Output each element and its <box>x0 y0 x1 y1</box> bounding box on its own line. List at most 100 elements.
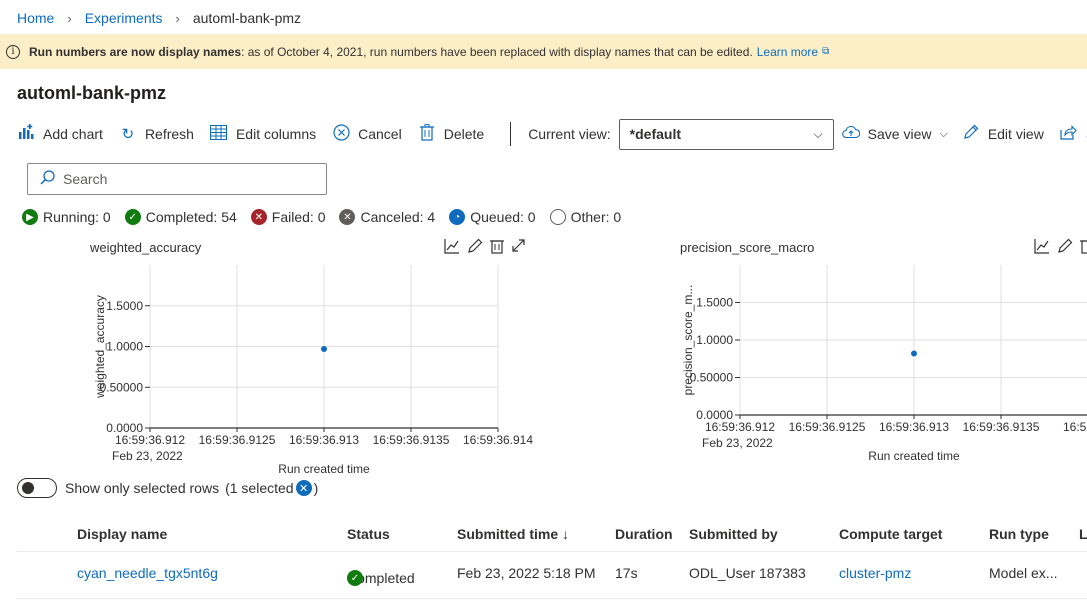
x-axis-label: Run created time <box>868 449 960 463</box>
column-header-compute-target[interactable]: Compute target <box>839 526 942 542</box>
breadcrumb-experiments-link[interactable]: Experiments <box>85 10 163 26</box>
status-completed[interactable]: ✓ Completed: 54 <box>124 209 237 225</box>
info-icon: i <box>6 44 20 59</box>
status-failed-label: Failed: 0 <box>271 209 326 225</box>
banner-bold-text: Run numbers are now display names <box>29 44 242 59</box>
canceled-x-icon: ✕ <box>339 209 356 225</box>
show-selected-toggle[interactable] <box>17 478 57 498</box>
x-date-label: Feb 23, 2022 <box>112 449 183 463</box>
chart-type-icon[interactable] <box>1034 238 1050 258</box>
chart-2-title: precision_score_macro <box>680 240 815 255</box>
refresh-button[interactable]: ↻ Refresh <box>119 125 194 143</box>
status-running[interactable]: ▶ Running: 0 <box>22 209 111 225</box>
edit-chart-icon[interactable] <box>467 238 483 258</box>
check-icon: ✓ <box>347 570 363 587</box>
x-axis-label: Run created time <box>278 462 370 476</box>
trash-icon <box>418 123 436 145</box>
cancel-button[interactable]: Cancel <box>332 123 402 145</box>
empty-circle-icon <box>549 209 566 225</box>
data-point <box>321 345 327 352</box>
y-tick-label: 1.0000 <box>696 333 733 347</box>
x-tick-label: 16:59:3... <box>1063 420 1087 434</box>
save-view-button[interactable]: Save view ⌵ <box>841 125 948 143</box>
selected-count-close: ) <box>313 480 319 496</box>
chart-1-tools <box>444 238 533 258</box>
status-queued[interactable]: ◔ Queued: 0 <box>449 209 536 225</box>
clear-selection-icon[interactable]: ✕ <box>295 480 312 496</box>
column-header-duration[interactable]: Duration <box>615 526 673 542</box>
current-view-dropdown[interactable]: *default ⌵ <box>618 118 834 150</box>
learn-more-link[interactable]: Learn more <box>757 45 818 59</box>
run-submitted-time: Feb 23, 2022 5:18 PM <box>457 565 596 582</box>
delete-chart-icon[interactable] <box>490 238 504 258</box>
data-point <box>911 350 917 357</box>
edit-chart-icon[interactable] <box>1057 238 1073 258</box>
play-icon: ▶ <box>22 209 38 225</box>
column-header-status[interactable]: Status <box>347 526 390 542</box>
column-header-run-type[interactable]: Run type <box>989 526 1049 542</box>
table-row[interactable]: cyan_needle_tgx5nt6g ✓ Completed Feb 23,… <box>17 553 1087 599</box>
delete-label: Delete <box>443 126 485 142</box>
x-tick-label: 16:59:36.913 <box>289 433 359 447</box>
delete-chart-icon[interactable] <box>1080 238 1087 258</box>
edit-columns-button[interactable]: Edit columns <box>210 124 317 144</box>
search-input[interactable] <box>63 171 303 187</box>
edit-columns-label: Edit columns <box>235 126 317 142</box>
chart-type-icon[interactable] <box>444 238 460 258</box>
run-display-name-link[interactable]: cyan_needle_tgx5nt6g <box>77 565 218 581</box>
x-tick-label: 16:59:36.914 <box>463 433 533 447</box>
error-x-icon: ✕ <box>250 209 267 225</box>
search-box[interactable] <box>27 163 327 195</box>
add-chart-icon <box>17 124 35 144</box>
current-view-value: *default <box>629 126 681 142</box>
delete-button[interactable]: Delete <box>418 123 485 145</box>
breadcrumb-current: automl-bank-pmz <box>192 10 302 26</box>
expand-icon[interactable] <box>511 238 526 258</box>
run-duration: 17s <box>615 565 638 582</box>
y-axis-label: weighted_accuracy <box>93 295 107 399</box>
column-header-last[interactable]: La <box>1079 526 1087 542</box>
y-tick-label: 1.5000 <box>106 299 143 313</box>
edit-view-label: Edit view <box>987 126 1044 142</box>
show-selected-label: Show only selected rows <box>65 480 220 496</box>
chart-1-plot: 0.00000.500001.00001.500016:59:36.912 16:… <box>93 265 533 476</box>
check-icon: ✓ <box>124 209 141 225</box>
add-chart-button[interactable]: Add chart <box>17 124 103 144</box>
status-failed[interactable]: ✕ Failed: 0 <box>250 209 326 225</box>
status-canceled[interactable]: ✕ Canceled: 4 <box>339 209 435 225</box>
show-selected-row: Show only selected rows (1 selected ✕ ) <box>17 478 318 498</box>
chart-1-title: weighted_accuracy <box>90 240 202 255</box>
x-tick-label: 16:59:36.912 <box>115 433 185 447</box>
column-header-submitted-time[interactable]: Submitted time ↓ <box>457 526 569 542</box>
breadcrumb: Home › Experiments › automl-bank-pmz <box>17 8 301 28</box>
column-header-submitted-by[interactable]: Submitted by <box>689 526 778 542</box>
compute-target-link[interactable]: cluster-pmz <box>839 565 911 581</box>
refresh-label: Refresh <box>144 126 194 142</box>
refresh-icon: ↻ <box>121 126 135 143</box>
x-tick-label: 16:59:36.9135 <box>373 433 450 447</box>
status-other[interactable]: Other: 0 <box>549 209 621 225</box>
x-date-label: Feb 23, 2022 <box>702 436 773 450</box>
chevron-down-icon: ⌵ <box>813 126 823 141</box>
x-tick-label: 16:59:36.9135 <box>963 420 1040 434</box>
x-tick-label: 16:59:36.9125 <box>789 420 866 434</box>
chevron-right-icon: › <box>67 10 72 26</box>
current-view-label: Current view: <box>528 126 611 142</box>
toolbar: Add chart ↻ Refresh Edit columns Cancel … <box>17 118 1087 150</box>
share-button[interactable]: Sh <box>1060 124 1087 144</box>
breadcrumb-home-link[interactable]: Home <box>17 10 54 26</box>
status-canceled-label: Canceled: 4 <box>360 209 436 225</box>
chart-2-plot: 0.00000.500001.00001.500016:59:36.912 16:… <box>681 265 1087 463</box>
share-icon <box>1060 124 1078 144</box>
edit-view-button[interactable]: Edit view <box>962 124 1044 144</box>
column-header-display-name[interactable]: Display name <box>77 526 167 542</box>
x-tick-label: 16:59:36.913 <box>879 420 949 434</box>
cloud-upload-icon <box>841 125 860 143</box>
status-completed-label: Completed: 54 <box>145 209 237 225</box>
edit-columns-icon <box>210 124 228 144</box>
info-banner: i Run numbers are now display names : as… <box>0 34 1087 69</box>
save-view-label: Save view <box>867 126 932 142</box>
y-tick-label: 0.50000 <box>690 371 734 385</box>
run-status: ✓ Completed <box>347 570 415 587</box>
cancel-label: Cancel <box>358 126 402 142</box>
